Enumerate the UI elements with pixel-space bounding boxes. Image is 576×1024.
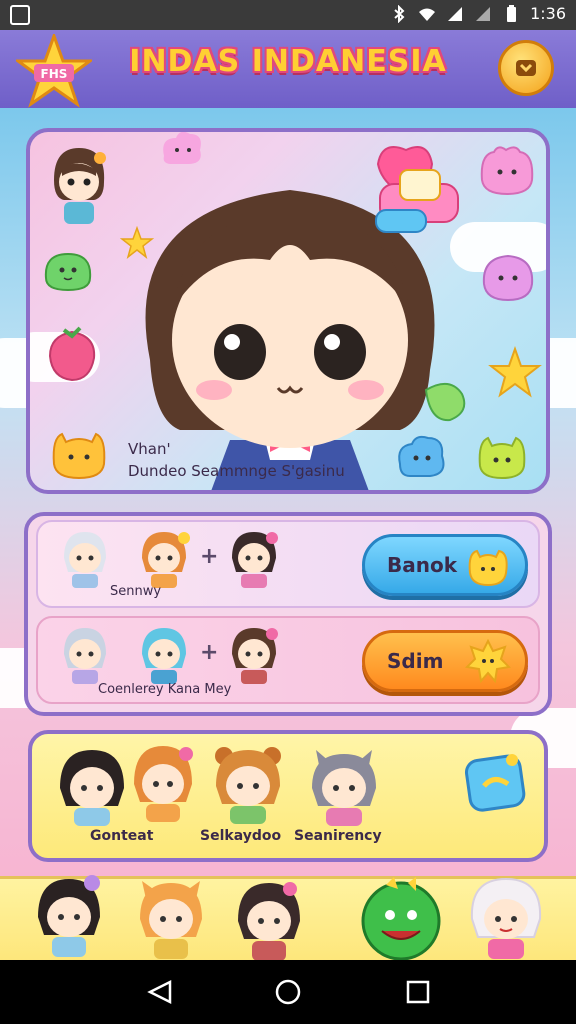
status-icons: 1:36: [390, 4, 566, 23]
team-row[interactable]: + Sennwy Banok: [36, 520, 540, 608]
home-icon[interactable]: [274, 978, 302, 1006]
notification-icon: [10, 5, 30, 25]
character-label: Selkaydoo: [200, 828, 282, 844]
bottom-character-strip: [0, 873, 576, 963]
status-time: 1:36: [530, 4, 566, 23]
character-label: Seanirency: [294, 828, 382, 844]
orange-hair-character-icon: [142, 532, 190, 588]
sdim-button[interactable]: Sdim: [362, 630, 528, 692]
green-slime-icon: [44, 252, 92, 292]
bluetooth-icon: [394, 4, 405, 23]
strawberry-icon: [48, 326, 96, 382]
banok-button[interactable]: Banok: [362, 534, 528, 596]
plus-icon: +: [200, 640, 219, 665]
signal-icon: [448, 6, 463, 21]
sun-creature-icon: [465, 639, 511, 684]
character-card-cat-hood[interactable]: [306, 746, 382, 826]
recents-icon[interactable]: [404, 978, 432, 1006]
game-title: INDAS INDANESIA: [129, 44, 447, 79]
coin-button[interactable]: [498, 40, 554, 96]
wifi-icon: [419, 8, 436, 21]
character-card-bear-hat[interactable]: [210, 744, 286, 824]
plus-icon: +: [200, 544, 219, 569]
strip-character-orange-cat[interactable]: [134, 875, 208, 959]
hero-caption: Vhan' Dundeo Seammnge S'gasinu: [128, 438, 345, 482]
hero-panel: Vhan' Dundeo Seammnge S'gasinu: [26, 128, 550, 494]
coin-icon: [516, 60, 536, 76]
strip-character-white-hair[interactable]: [466, 873, 546, 961]
hero-caption-line2: Dundeo Seammnge S'gasinu: [128, 462, 345, 480]
green-monster-button[interactable]: [356, 877, 446, 961]
orange-cat-blob-icon: [52, 432, 106, 480]
silver-hair-character-icon: [64, 628, 106, 684]
white-hair-character-icon: [64, 532, 106, 588]
dark-hair-character-icon: [232, 532, 278, 588]
character-label: Gonteat: [90, 828, 154, 844]
strip-character-black-hair[interactable]: [32, 873, 106, 957]
blue-hair-character-icon: [142, 628, 186, 684]
yellow-creature-icon: [468, 549, 508, 587]
badge-text: FHS: [41, 67, 68, 81]
status-bar: 1:36: [0, 0, 576, 30]
game-header: FHS INDAS INDANESIA: [0, 30, 576, 111]
small-character-icon[interactable]: [44, 140, 114, 226]
sdim-button-label: Sdim: [387, 649, 444, 673]
brown-hair-character-icon: [232, 628, 278, 684]
lime-cat-blob-icon: [478, 436, 526, 480]
yellow-star-character-icon: [488, 346, 542, 398]
team-row[interactable]: + Coenlerey Kana Mey Sdim: [36, 616, 540, 704]
team-rows-panel: + Sennwy Banok + Coenlerey Kana Mey Sdim: [24, 512, 552, 716]
battery-icon: [507, 4, 517, 22]
map-card-button[interactable]: [464, 750, 528, 814]
character-card-orange-hair[interactable]: [128, 742, 198, 822]
star-badge-button[interactable]: FHS: [16, 34, 92, 110]
purple-blob-icon: [482, 254, 534, 302]
banok-button-label: Banok: [387, 553, 458, 577]
signal-icon-2: [476, 6, 491, 21]
character-card-black-hair[interactable]: [54, 746, 130, 826]
navigation-bar: [0, 960, 576, 1024]
hero-caption-line1: Vhan': [128, 440, 171, 458]
characters-panel: Gonteat Selkaydoo Seanirency: [28, 730, 548, 862]
strip-character-dark-hair[interactable]: [232, 877, 306, 961]
team-row-label: Coenlerey Kana Mey: [98, 682, 232, 697]
back-icon[interactable]: [146, 978, 174, 1006]
team-row-label: Sennwy: [110, 584, 162, 599]
pink-bear-blob-icon: [480, 146, 534, 196]
